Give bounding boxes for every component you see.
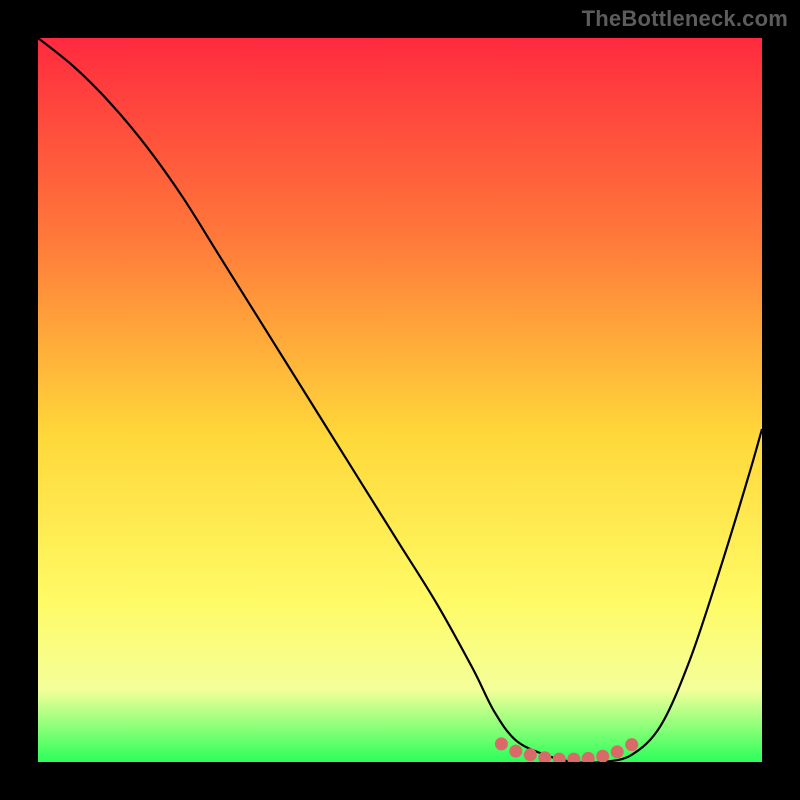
plot-area	[38, 38, 762, 762]
marker-dot	[495, 737, 508, 750]
marker-dot	[524, 748, 537, 761]
chart-frame: TheBottleneck.com	[0, 0, 800, 800]
chart-svg	[38, 38, 762, 762]
marker-dot	[509, 745, 522, 758]
marker-dot	[611, 745, 624, 758]
watermark-label: TheBottleneck.com	[582, 6, 788, 32]
marker-dot	[625, 738, 638, 751]
